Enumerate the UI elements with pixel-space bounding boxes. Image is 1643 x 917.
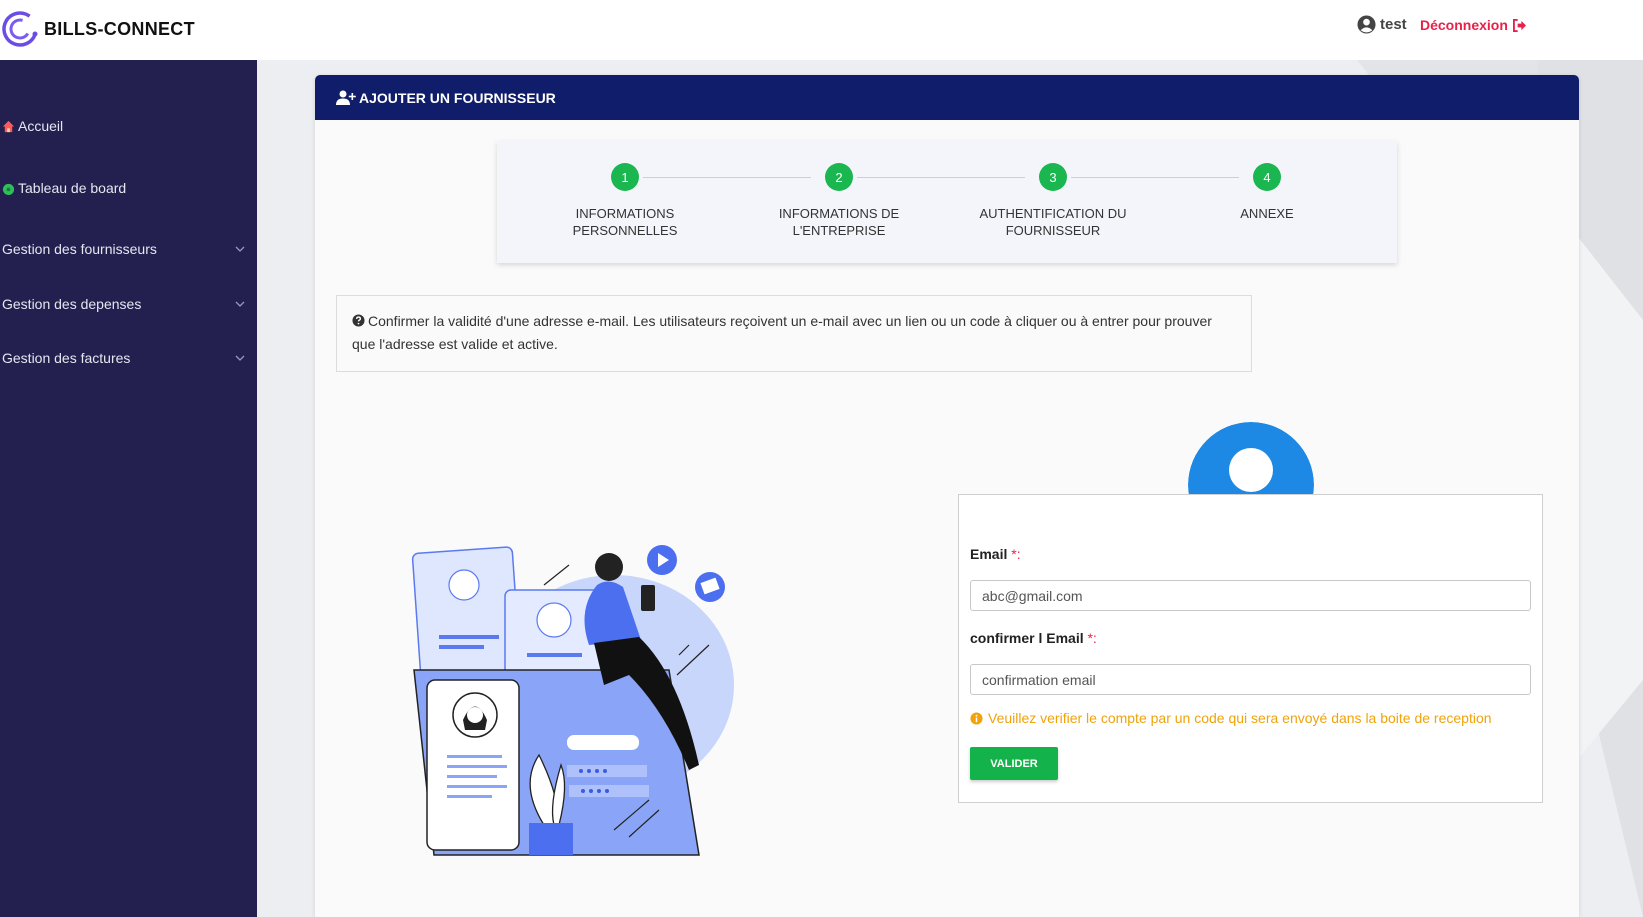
sidebar: Accueil Tableau de board Gestion des fou… — [0, 60, 257, 917]
info-text: Confirmer la validité d'une adresse e-ma… — [352, 313, 1212, 352]
step-label-line: FOURNISSEUR — [1005, 223, 1101, 238]
sidebar-item-accueil[interactable]: Accueil — [2, 118, 247, 134]
sidebar-item-depenses[interactable]: Gestion des depenses — [2, 296, 247, 312]
sidebar-item-label: Gestion des depenses — [2, 296, 142, 312]
email-form: Email *: confirmer l Email *: Veuillez v… — [958, 494, 1543, 803]
step-connector — [643, 177, 811, 178]
stepper: 1 2 3 4 INFORMATIONS PERSONNELLES INFORM… — [497, 141, 1397, 263]
step-2-indicator[interactable]: 2 — [825, 163, 853, 191]
add-supplier-card: AJOUTER UN FOURNISSEUR 1 2 3 4 INFORMATI… — [315, 75, 1579, 917]
step-3-indicator[interactable]: 3 — [1039, 163, 1067, 191]
dashboard-icon — [2, 183, 15, 195]
verification-notice-text: Veuillez verifier le compte par un code … — [988, 710, 1492, 726]
home-icon — [2, 120, 15, 132]
validate-button[interactable]: VALIDER — [970, 747, 1058, 780]
email-input[interactable] — [970, 580, 1531, 611]
info-box: Confirmer la validité d'une adresse e-ma… — [336, 295, 1252, 372]
logout-label: Déconnexion — [1420, 17, 1508, 33]
question-circle-icon — [352, 314, 365, 327]
username: test — [1380, 16, 1407, 33]
logout-link[interactable]: Déconnexion — [1420, 17, 1527, 33]
step-4-label: ANNEXE — [1177, 205, 1357, 222]
sidebar-item-factures[interactable]: Gestion des factures — [2, 350, 247, 366]
user-circle-icon — [1357, 15, 1376, 34]
confirm-email-label: confirmer l Email *: — [970, 630, 1097, 646]
info-circle-icon — [970, 711, 983, 725]
step-label-line: PERSONNELLES — [572, 223, 678, 238]
step-3-label: AUTHENTIFICATION DU FOURNISSEUR — [963, 205, 1143, 239]
logo[interactable]: BILLS-CONNECT — [0, 8, 195, 50]
sidebar-item-label: Tableau de board — [18, 180, 127, 196]
step-label-line: INFORMATIONS — [575, 206, 675, 221]
sidebar-item-label: Gestion des factures — [2, 350, 131, 366]
step-label-line: ANNEXE — [1240, 206, 1294, 221]
step-label-line: L'ENTREPRISE — [792, 223, 886, 238]
step-1-indicator[interactable]: 1 — [611, 163, 639, 191]
step-4-indicator[interactable]: 4 — [1253, 163, 1281, 191]
confirm-email-label-text: confirmer l Email — [970, 630, 1084, 646]
logo-icon — [2, 11, 38, 47]
sign-out-icon — [1512, 18, 1526, 32]
verification-notice: Veuillez verifier le compte par un code … — [970, 710, 1492, 726]
app-name: BILLS-CONNECT — [44, 18, 195, 39]
step-connector — [857, 177, 1025, 178]
top-bar: BILLS-CONNECT test Déconnexion — [0, 0, 1643, 60]
step-connector — [1071, 177, 1239, 178]
required-marker: *: — [1011, 546, 1021, 562]
user-menu[interactable]: test — [1357, 15, 1407, 34]
required-marker: *: — [1087, 630, 1097, 646]
user-plus-icon — [336, 90, 356, 105]
sidebar-item-label: Gestion des fournisseurs — [2, 241, 157, 257]
sidebar-item-fournisseurs[interactable]: Gestion des fournisseurs — [2, 241, 247, 257]
step-label-line: AUTHENTIFICATION DU — [979, 206, 1127, 221]
step-1-label: INFORMATIONS PERSONNELLES — [535, 205, 715, 239]
chevron-down-icon — [235, 301, 245, 307]
confirm-email-input[interactable] — [970, 664, 1531, 695]
email-label: Email *: — [970, 546, 1021, 562]
card-title: AJOUTER UN FOURNISSEUR — [359, 89, 556, 106]
chevron-down-icon — [235, 246, 245, 252]
step-2-label: INFORMATIONS DE L'ENTREPRISE — [749, 205, 929, 239]
sidebar-item-label: Accueil — [18, 118, 64, 134]
sidebar-item-tableau-de-board[interactable]: Tableau de board — [2, 180, 247, 196]
card-header: AJOUTER UN FOURNISSEUR — [315, 75, 1579, 120]
registration-illustration — [411, 545, 734, 856]
step-label-line: INFORMATIONS DE — [778, 206, 900, 221]
chevron-down-icon — [235, 355, 245, 361]
email-label-text: Email — [970, 546, 1008, 562]
